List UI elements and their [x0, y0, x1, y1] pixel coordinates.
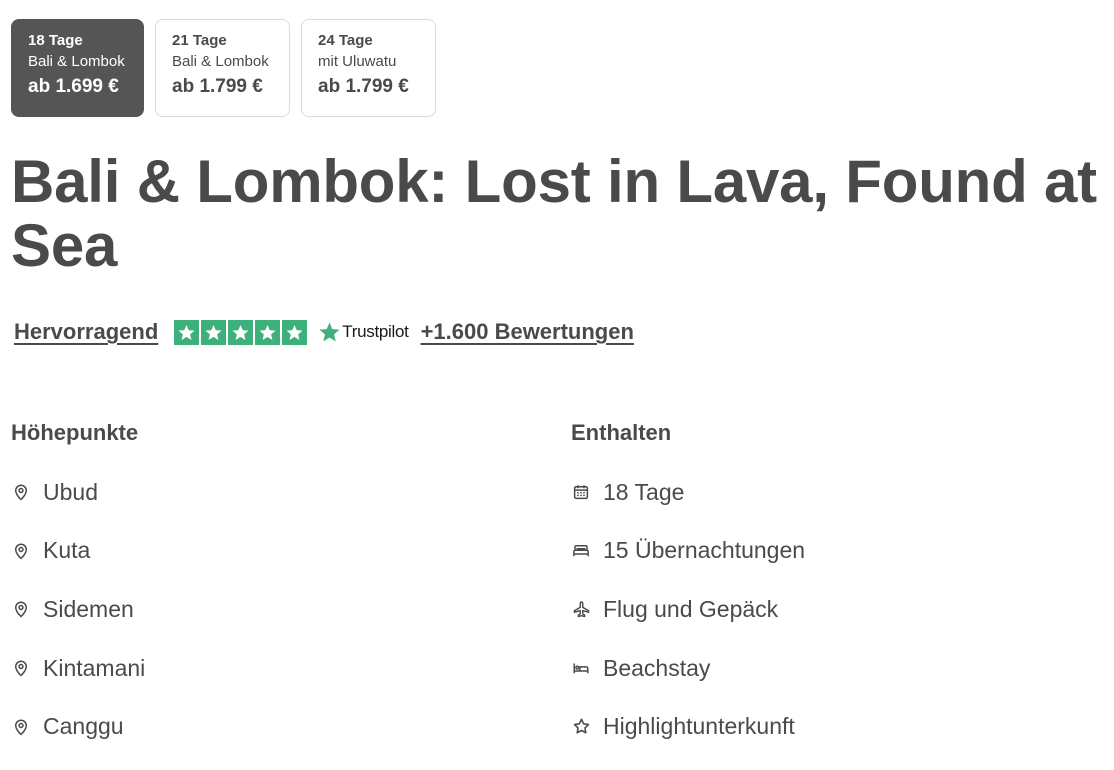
star-icon: [255, 319, 281, 345]
tab-route: mit Uluwatu: [318, 53, 397, 70]
list-item: Highlightunterkunft: [571, 712, 1091, 742]
calendar-icon: [571, 482, 591, 502]
list-item: Kuta: [11, 536, 531, 566]
page-title: Bali & Lombok: Lost in Lava, Found at Se…: [11, 148, 1097, 279]
tab-route: Bali & Lombok: [28, 53, 125, 70]
map-pin-icon: [11, 658, 31, 678]
plane-icon: [571, 599, 591, 619]
highlight-label: Kintamani: [43, 654, 146, 681]
list-item: Ubud: [11, 477, 531, 507]
list-item: Canggu: [11, 712, 531, 742]
star-icon: [201, 319, 227, 345]
star-outline-icon: [571, 717, 591, 737]
bed-icon: [571, 541, 591, 561]
trustpilot-logo: Trustpilot: [318, 321, 409, 344]
tab-price: ab 1.699 €: [28, 76, 119, 97]
included-label: Highlightunterkunft: [603, 713, 795, 740]
tab-days: 18 Tage: [28, 32, 83, 49]
tab-days: 24 Tage: [318, 32, 373, 49]
map-pin-icon: [11, 717, 31, 737]
beach-bed-icon: [571, 658, 591, 678]
highlights-heading: Höhepunkte: [11, 420, 139, 445]
highlight-label: Kuta: [43, 537, 91, 564]
highlight-label: Canggu: [43, 713, 124, 740]
reviews-count-link[interactable]: +1.600 Bewertungen: [421, 319, 634, 345]
map-pin-icon: [11, 482, 31, 502]
trustpilot-wordmark: Trustpilot: [342, 322, 409, 341]
list-item: 15 Übernachtungen: [571, 536, 1091, 566]
map-pin-icon: [11, 599, 31, 619]
included-label: Flug und Gepäck: [603, 595, 779, 622]
tab-21-tage[interactable]: 21 Tage Bali & Lombok ab 1.799 €: [155, 19, 290, 117]
tab-18-tage[interactable]: 18 Tage Bali & Lombok ab 1.699 €: [11, 19, 144, 117]
included-label: Beachstay: [603, 654, 711, 681]
star-icon: [228, 319, 254, 345]
tab-days: 21 Tage: [172, 32, 227, 49]
list-item: Beachstay: [571, 653, 1091, 683]
star-icon: [282, 319, 308, 345]
tab-24-tage[interactable]: 24 Tage mit Uluwatu ab 1.799 €: [301, 19, 436, 117]
list-item: Flug und Gepäck: [571, 594, 1091, 624]
trustpilot-star-icon: [319, 321, 340, 341]
included-label: 15 Übernachtungen: [603, 537, 806, 564]
tab-route: Bali & Lombok: [172, 53, 269, 70]
highlight-label: Sidemen: [43, 595, 134, 622]
included-heading: Enthalten: [571, 420, 672, 445]
list-item: Sidemen: [11, 594, 531, 624]
tab-price: ab 1.799 €: [318, 76, 409, 97]
included-label: 18 Tage: [603, 478, 685, 505]
highlights-section: Höhepunkte Ubud Kuta Sidemen Kintamani C…: [11, 418, 531, 770]
trustpilot-stars: [174, 319, 308, 345]
included-section: Enthalten 18 Tage 15 Übernachtungen Flug…: [571, 418, 1091, 770]
rating-bar: Hervorragend Trustpilot +1.600 Bewertung…: [14, 316, 634, 348]
rating-label-link[interactable]: Hervorragend: [14, 319, 158, 345]
star-icon: [174, 319, 200, 345]
tab-price: ab 1.799 €: [172, 76, 263, 97]
map-pin-icon: [11, 541, 31, 561]
list-item: 18 Tage: [571, 477, 1091, 507]
highlight-label: Ubud: [43, 478, 98, 505]
list-item: Kintamani: [11, 653, 531, 683]
trip-duration-tabs: 18 Tage Bali & Lombok ab 1.699 € 21 Tage…: [11, 19, 436, 117]
